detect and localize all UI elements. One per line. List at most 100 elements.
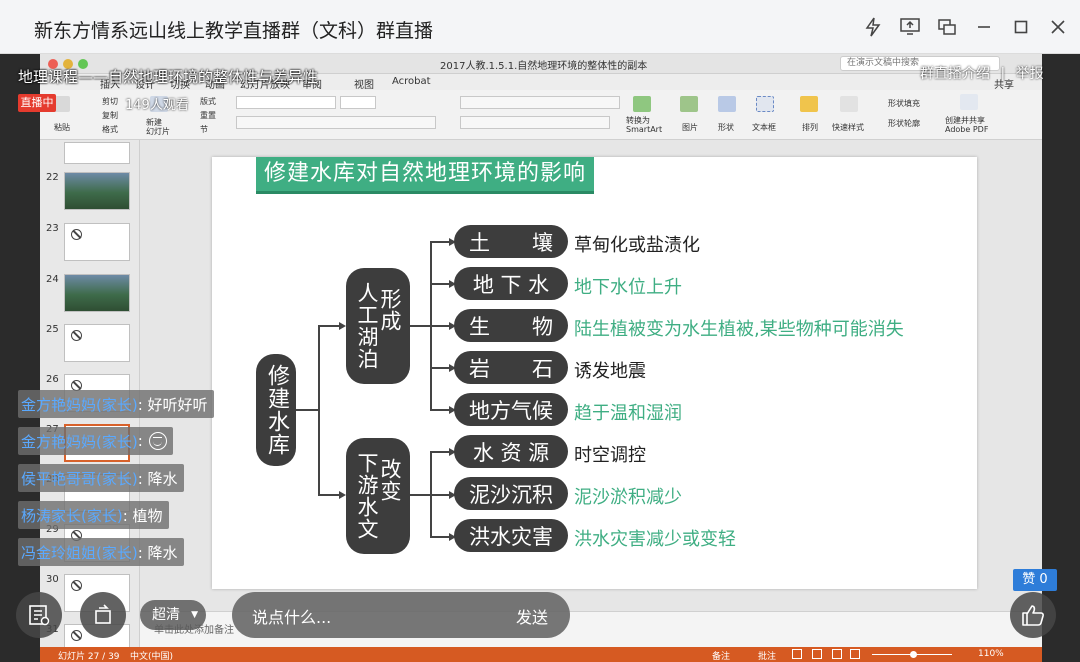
slide-title: 修建水库对自然地理环境的影响 — [256, 157, 595, 194]
menu-view[interactable]: 视图 — [354, 76, 374, 91]
shape-icon[interactable] — [718, 96, 736, 112]
item-node-sediment: 泥沙沉积 — [454, 477, 568, 510]
section-label[interactable]: 节 — [200, 124, 208, 135]
hidden-slide-icon — [71, 330, 82, 341]
connector-line — [410, 494, 430, 496]
new-slide-label: 新建 幻灯片 — [146, 118, 170, 136]
group-live-intro-link[interactable]: 群直播介绍 — [920, 66, 990, 82]
item-desc-sediment: 泥沙淤积减少 — [574, 487, 682, 508]
connector-line — [410, 325, 430, 327]
group-node-downstream: 下游水文 改变 — [346, 438, 410, 554]
item-desc-soil: 草甸化或盐渍化 — [574, 235, 700, 256]
chat-text: : 降水 — [137, 469, 178, 488]
copy-label[interactable]: 复制 — [102, 110, 118, 121]
slide-thumbnail[interactable] — [64, 324, 130, 362]
shape-fill-label[interactable]: 形状填充 — [888, 98, 920, 109]
slide-thumbnail[interactable] — [64, 142, 130, 164]
current-slide: 修建水库对自然地理环境的影响 修建水库 人工湖泊 形成 下游水文 改变 土 壤 … — [212, 157, 977, 589]
connector-line — [296, 409, 318, 411]
connector-line — [430, 409, 450, 411]
cut-label[interactable]: 剪切 — [102, 96, 118, 107]
item-node-soil: 土 壤 — [454, 225, 568, 258]
item-node-climate: 地方气候 — [454, 393, 568, 426]
connector-line — [430, 325, 450, 327]
chat-username[interactable]: 杨涛家长(家长) — [21, 505, 123, 526]
item-node-rock: 岩 石 — [454, 351, 568, 384]
note-icon — [29, 605, 50, 626]
alignment-group[interactable] — [460, 116, 610, 129]
report-link[interactable]: 举报 — [1016, 66, 1044, 82]
thumbnail-number: 23 — [46, 223, 59, 234]
normal-view-icon[interactable] — [792, 649, 802, 659]
like-button[interactable] — [1010, 592, 1056, 638]
chat-input[interactable]: 说点什么... 发送 — [232, 592, 570, 638]
arrange-icon[interactable] — [800, 96, 818, 112]
paragraph-group[interactable] — [460, 96, 620, 109]
chat-username[interactable]: 金方艳妈妈(家长) — [21, 394, 138, 415]
ppt-status-bar: 幻灯片 27 / 39 中文(中国) 备注 批注 110% — [40, 647, 1042, 662]
maximize-icon[interactable] — [1008, 14, 1034, 40]
slide-thumbnail[interactable] — [64, 172, 130, 210]
chat-username[interactable]: 冯金玲姐姐(家长) — [21, 542, 138, 563]
chat-text: : 植物 — [122, 506, 163, 525]
zoom-level: 110% — [978, 649, 1004, 659]
lightning-icon[interactable] — [860, 14, 886, 40]
note-board-button[interactable] — [16, 592, 62, 638]
thumbnail-number: 25 — [46, 324, 59, 335]
reset-label[interactable]: 重置 — [200, 110, 216, 121]
sorter-view-icon[interactable] — [812, 649, 822, 659]
connector-line — [318, 494, 340, 496]
close-icon[interactable] — [1045, 14, 1071, 40]
hidden-slide-icon — [71, 229, 82, 240]
slide-thumbnail[interactable] — [64, 223, 130, 261]
quality-selector[interactable]: 超清 ▼ — [140, 600, 206, 630]
quick-styles-icon[interactable] — [840, 96, 858, 112]
textbox-icon[interactable] — [756, 96, 774, 112]
viewer-count: 149人观看 — [125, 98, 189, 113]
ppt-doc-title: 2017人教.1.5.1.自然地理环境的整体性的副本 — [440, 61, 648, 72]
menu-acrobat[interactable]: Acrobat — [392, 76, 431, 87]
chat-username[interactable]: 侯平艳哥哥(家长) — [21, 468, 138, 489]
item-node-groundwater: 地 下 水 — [454, 267, 568, 300]
smartart-icon[interactable] — [633, 96, 651, 112]
thumbnail-number: 24 — [46, 274, 59, 285]
textbox-label: 文本框 — [752, 123, 776, 132]
item-desc-flood: 洪水灾害减少或变轻 — [574, 529, 736, 550]
send-button[interactable]: 发送 — [516, 604, 548, 628]
chat-message: 金方艳妈妈(家长) : 好听好听 — [18, 390, 214, 418]
comments-toggle[interactable]: 批注 — [758, 649, 776, 662]
slide-thumbnail[interactable] — [64, 274, 130, 312]
font-format-group[interactable] — [236, 116, 436, 129]
rotate-button[interactable] — [80, 592, 126, 638]
chevron-down-icon: ▼ — [191, 610, 198, 620]
smile-face-icon — [148, 432, 167, 450]
notes-toggle[interactable]: 备注 — [712, 649, 730, 662]
create-pdf-icon[interactable] — [960, 94, 978, 110]
layout-label[interactable]: 版式 — [200, 96, 216, 107]
item-node-water-resources: 水 资 源 — [454, 435, 568, 468]
arrange-label: 排列 — [802, 123, 818, 132]
arrow-icon — [339, 491, 346, 499]
thumbs-up-icon — [1022, 605, 1044, 626]
font-name-select[interactable] — [236, 96, 336, 109]
connector-line — [430, 367, 450, 369]
chat-username[interactable]: 金方艳妈妈(家长) — [21, 431, 138, 452]
font-size-select[interactable] — [340, 96, 376, 109]
shape-outline-label[interactable]: 形状轮廓 — [888, 118, 920, 129]
live-badge: 直播中 — [18, 94, 56, 112]
format-painter-label[interactable]: 格式 — [102, 124, 118, 135]
live-video: 2017人教.1.5.1.自然地理环境的整体性的副本 在演示文稿中搜索 插入 设… — [40, 54, 1042, 662]
item-node-biology: 生 物 — [454, 309, 568, 342]
pip-icon[interactable] — [934, 14, 960, 40]
minimize-icon[interactable] — [971, 14, 997, 40]
quality-label: 超清 — [152, 607, 180, 623]
screen-share-icon[interactable] — [897, 14, 923, 40]
reading-view-icon[interactable] — [832, 649, 842, 659]
link-separator: | — [1000, 66, 1006, 82]
picture-icon[interactable] — [680, 96, 698, 112]
paste-label: 粘贴 — [54, 123, 70, 132]
slideshow-view-icon[interactable] — [850, 649, 860, 659]
zoom-slider-thumb[interactable] — [910, 651, 917, 658]
slide-canvas: 修建水库对自然地理环境的影响 修建水库 人工湖泊 形成 下游水文 改变 土 壤 … — [140, 140, 1042, 650]
connector-line — [430, 283, 450, 285]
